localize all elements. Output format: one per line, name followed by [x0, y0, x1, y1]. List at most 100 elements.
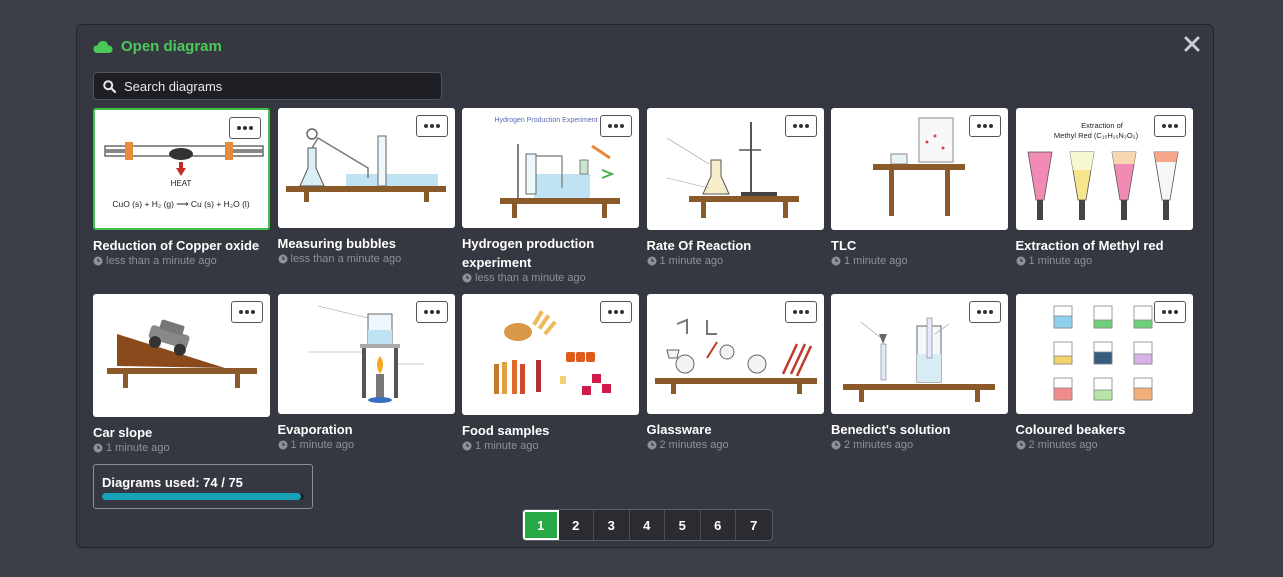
clock-icon	[831, 440, 841, 450]
diagram-card-rate-of-reaction[interactable]: Rate Of Reaction 1 minute ago	[646, 108, 824, 294]
diagram-timestamp: 2 minutes ago	[831, 439, 1008, 451]
more-options-button[interactable]	[969, 301, 1001, 323]
diagram-name: Reduction of Copper oxide	[93, 238, 260, 253]
diagram-card-coloured-beakers[interactable]: Coloured beakers 2 minutes ago	[1015, 294, 1193, 480]
diagram-name: Benedict's solution	[831, 422, 951, 437]
diagram-time: 2 minutes ago	[1028, 439, 1098, 451]
more-options-button[interactable]	[415, 115, 448, 137]
diagram-card-food-samples[interactable]: Food samples 1 minute ago	[462, 294, 639, 480]
diagram-time: 1 minute ago	[475, 440, 539, 452]
diagram-thumbnail: Extraction of Methyl Red (C₁₅H₁₅N₃O₂)	[1015, 108, 1193, 230]
more-options-button[interactable]	[784, 301, 817, 323]
diagram-card-reduction-of-copper-oxide[interactable]: HEAT CuO (s) + H₂ (g) ⟶ Cu (s) + H₂O (l)…	[93, 108, 270, 294]
clock-icon	[1016, 256, 1025, 266]
diagram-thumbnail	[277, 108, 455, 228]
page-button-4[interactable]: 4	[629, 510, 665, 540]
diagram-timestamp: 1 minute ago	[462, 440, 639, 452]
diagram-time: 1 minute ago	[844, 255, 908, 267]
dialog-title: Open diagram	[121, 38, 222, 55]
diagram-timestamp: less than a minute ago	[93, 255, 270, 267]
diagram-timestamp: 1 minute ago	[1016, 255, 1193, 267]
diagram-card-extraction-of-methyl-red[interactable]: Extraction of Methyl Red (C₁₅H₁₅N₃O₂) Ex…	[1015, 108, 1193, 294]
diagram-time: 1 minute ago	[659, 255, 724, 267]
close-icon[interactable]	[1179, 31, 1205, 57]
more-options-button[interactable]	[415, 301, 448, 323]
diagram-name: Food samples	[462, 423, 550, 438]
diagram-time: less than a minute ago	[290, 253, 402, 265]
diagram-time: less than a minute ago	[106, 255, 217, 267]
diagram-time: 2 minutes ago	[844, 439, 914, 451]
more-options-button[interactable]	[600, 301, 632, 323]
diagram-thumbnail	[646, 108, 824, 230]
diagram-thumbnail: Hydrogen Production Experiment	[462, 108, 639, 228]
diagram-card-tlc[interactable]: TLC 1 minute ago	[831, 108, 1008, 294]
diagram-name: Hydrogen production experiment	[462, 236, 595, 270]
page-button-6[interactable]: 6	[700, 510, 736, 540]
more-options-button[interactable]	[969, 115, 1001, 137]
diagram-time: 1 minute ago	[290, 439, 355, 451]
more-options-button[interactable]	[231, 301, 263, 323]
diagram-timestamp: 1 minute ago	[278, 439, 455, 451]
diagram-timestamp: 2 minutes ago	[1016, 439, 1193, 451]
more-options-button[interactable]	[229, 117, 261, 139]
diagram-time: 1 minute ago	[1028, 255, 1093, 267]
diagram-card-measuring-bubbles[interactable]: Measuring bubbles less than a minute ago	[277, 108, 455, 294]
clock-icon	[647, 256, 656, 266]
page-button-3[interactable]: 3	[594, 510, 630, 540]
diagram-timestamp: 1 minute ago	[647, 255, 824, 267]
diagram-thumbnail	[1015, 294, 1193, 414]
search-icon	[103, 79, 116, 93]
more-options-button[interactable]	[1153, 301, 1186, 323]
diagram-name: Coloured beakers	[1015, 422, 1126, 437]
diagram-card-glassware[interactable]: Glassware 2 minutes ago	[646, 294, 824, 480]
diagram-thumbnail	[462, 294, 639, 415]
pagination: 1 2 3 4 5 6 7	[522, 509, 773, 541]
open-diagram-dialog: Open diagram HEAT CuO (s) + H	[76, 24, 1214, 548]
diagram-thumbnail	[831, 108, 1008, 230]
diagram-name: Extraction of Methyl red	[1015, 238, 1164, 253]
clock-icon	[93, 256, 103, 266]
heat-label: HEAT	[171, 179, 192, 188]
usage-label: Diagrams used: 74 / 75	[102, 475, 243, 490]
diagram-name: Car slope	[93, 425, 153, 440]
diagram-thumbnail	[646, 294, 824, 414]
thumbnail-title: Hydrogen Production Experiment	[494, 117, 597, 124]
more-options-button[interactable]	[600, 115, 632, 137]
page-button-1[interactable]: 1	[523, 510, 559, 540]
diagram-name: Rate Of Reaction	[646, 238, 752, 253]
diagram-time: 1 minute ago	[106, 442, 170, 454]
clock-icon	[278, 440, 287, 450]
more-options-button[interactable]	[1153, 115, 1186, 137]
diagram-card-car-slope[interactable]: Car slope 1 minute ago	[93, 294, 270, 480]
search-box[interactable]	[93, 72, 442, 100]
diagram-time: 2 minutes ago	[659, 439, 729, 451]
diagram-name: Glassware	[646, 422, 712, 437]
clock-icon	[831, 256, 841, 266]
diagram-card-benedicts-solution[interactable]: Benedict's solution 2 minutes ago	[831, 294, 1008, 480]
diagram-name: Measuring bubbles	[277, 236, 396, 251]
clock-icon	[93, 443, 103, 453]
thumbnail-title: Extraction of	[1081, 121, 1124, 130]
more-options-button[interactable]	[784, 115, 817, 137]
diagram-timestamp: 1 minute ago	[93, 442, 270, 454]
dialog-header: Open diagram	[93, 38, 222, 55]
page-button-2[interactable]: 2	[558, 510, 594, 540]
clock-icon	[462, 273, 472, 283]
cloud-icon	[93, 40, 113, 53]
diagram-thumbnail: HEAT CuO (s) + H₂ (g) ⟶ Cu (s) + H₂O (l)	[93, 108, 270, 230]
clock-icon	[647, 440, 656, 450]
diagram-card-hydrogen-production-experiment[interactable]: Hydrogen Production Experiment Hydrogen …	[462, 108, 639, 294]
usage-panel: Diagrams used: 74 / 75	[93, 464, 313, 509]
diagram-timestamp: less than a minute ago	[462, 272, 639, 284]
diagram-thumbnail	[93, 294, 270, 417]
diagram-card-evaporation[interactable]: Evaporation 1 minute ago	[277, 294, 455, 480]
diagram-timestamp: 2 minutes ago	[647, 439, 824, 451]
search-input[interactable]	[124, 78, 424, 94]
diagram-grid: HEAT CuO (s) + H₂ (g) ⟶ Cu (s) + H₂O (l)…	[93, 108, 1193, 480]
diagram-name: Evaporation	[277, 422, 353, 437]
usage-progress-fill	[102, 493, 302, 500]
page-button-7[interactable]: 7	[736, 510, 772, 540]
clock-icon	[1016, 440, 1025, 450]
page-button-5[interactable]: 5	[665, 510, 701, 540]
diagram-time: less than a minute ago	[475, 272, 586, 284]
